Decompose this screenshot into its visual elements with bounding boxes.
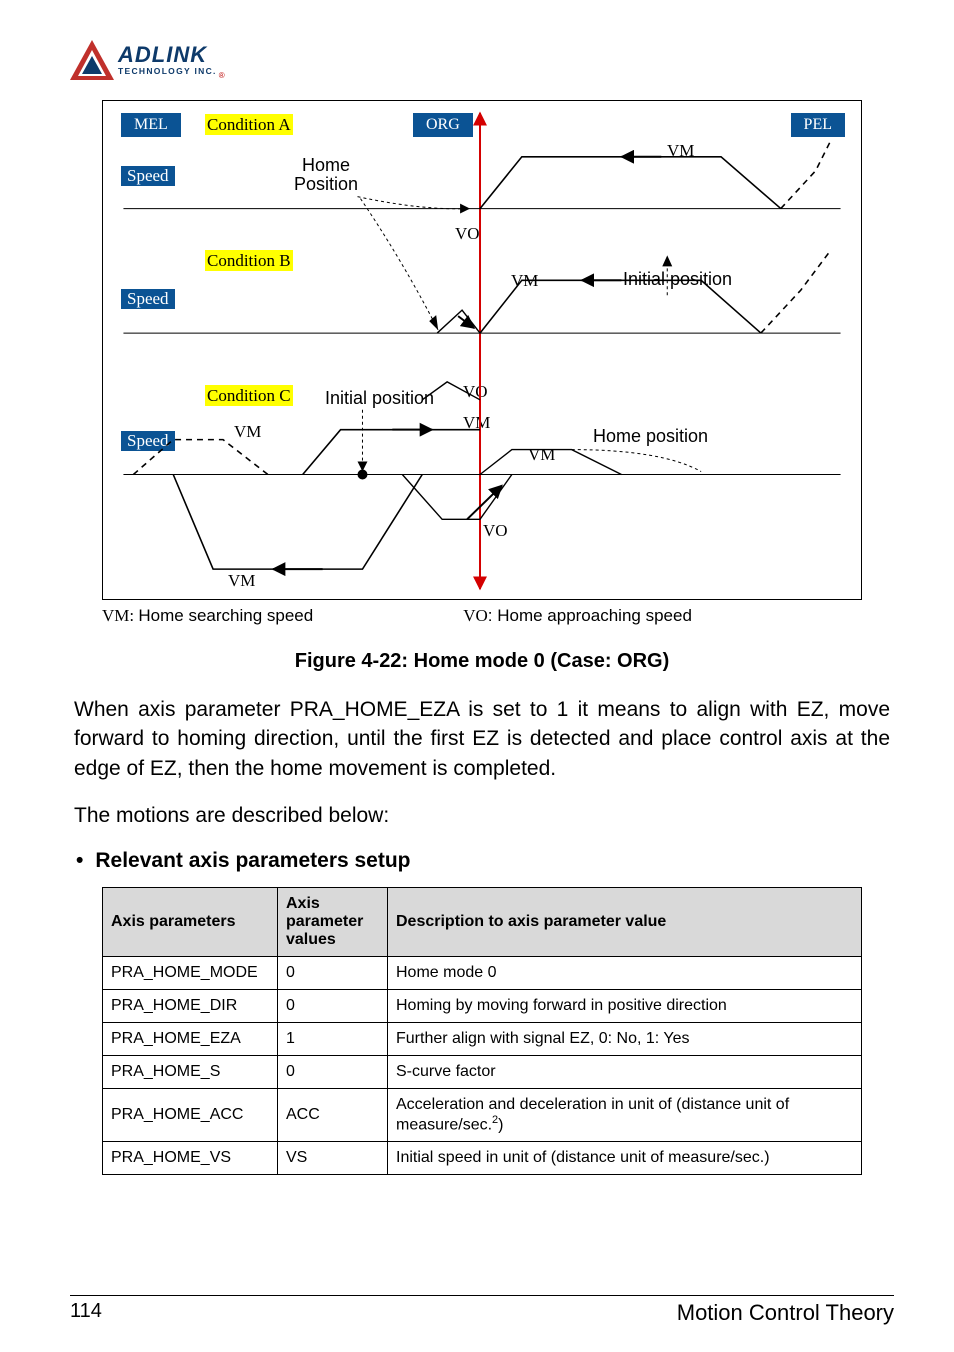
cell-desc: Further align with signal EZ, 0: No, 1: … — [388, 1022, 862, 1055]
logo-mark — [70, 40, 114, 80]
cell-param: PRA_HOME_EZA — [103, 1022, 278, 1055]
cell-param: PRA_HOME_DIR — [103, 989, 278, 1022]
th-axis-param: Axis parameters — [103, 887, 278, 956]
table-header-row: Axis parameters Axis parameter values De… — [103, 887, 862, 956]
section-title: Motion Control Theory — [677, 1300, 894, 1326]
table-row: PRA_HOME_VS VS Initial speed in unit of … — [103, 1141, 862, 1174]
legend-vo: VO: Home approaching speed — [463, 606, 692, 626]
homing-diagram: MEL ORG PEL Condition A Condition B Cond… — [102, 100, 862, 600]
logo-main-text: ADLINK — [118, 44, 217, 66]
table-row: PRA_HOME_EZA 1 Further align with signal… — [103, 1022, 862, 1055]
params-table: Axis parameters Axis parameter values De… — [102, 887, 862, 1175]
legend-row: VM: Home searching speed VO: Home approa… — [102, 606, 862, 626]
brand-logo: ADLINK TECHNOLOGY INC. ® — [70, 40, 894, 80]
cell-desc: Initial speed in unit of (distance unit … — [388, 1141, 862, 1174]
registered-mark: ® — [219, 71, 225, 80]
table-row: PRA_HOME_DIR 0 Homing by moving forward … — [103, 989, 862, 1022]
th-description: Description to axis parameter value — [388, 887, 862, 956]
table-row: PRA_HOME_MODE 0 Home mode 0 — [103, 956, 862, 989]
page-number: 114 — [70, 1300, 102, 1326]
cell-param: PRA_HOME_S — [103, 1055, 278, 1088]
cell-desc: Home mode 0 — [388, 956, 862, 989]
th-param-values: Axis parameter values — [278, 887, 388, 956]
table-row: PRA_HOME_ACC ACC Acceleration and decele… — [103, 1088, 862, 1141]
cell-desc: Acceleration and deceleration in unit of… — [388, 1088, 862, 1141]
paragraph-2: The motions are described below: — [74, 801, 890, 830]
paragraph-1: When axis parameter PRA_HOME_EZA is set … — [74, 695, 890, 783]
cell-value: 0 — [278, 1055, 388, 1088]
cell-value: 0 — [278, 989, 388, 1022]
cell-value: 1 — [278, 1022, 388, 1055]
bullet-heading: •Relevant axis parameters setup — [76, 849, 888, 873]
logo-sub-text: TECHNOLOGY INC. — [118, 66, 217, 76]
cell-param: PRA_HOME_MODE — [103, 956, 278, 989]
cell-value: ACC — [278, 1088, 388, 1141]
cell-desc: S-curve factor — [388, 1055, 862, 1088]
legend-vm: VM: Home searching speed — [102, 606, 313, 626]
cell-value: 0 — [278, 956, 388, 989]
cell-desc: Homing by moving forward in positive dir… — [388, 989, 862, 1022]
table-row: PRA_HOME_S 0 S-curve factor — [103, 1055, 862, 1088]
figure-caption: Figure 4-22: Home mode 0 (Case: ORG) — [70, 650, 894, 673]
page-footer: 114 Motion Control Theory — [70, 1295, 894, 1326]
cell-param: PRA_HOME_VS — [103, 1141, 278, 1174]
diagram-svg — [103, 101, 861, 599]
cell-value: VS — [278, 1141, 388, 1174]
cell-param: PRA_HOME_ACC — [103, 1088, 278, 1141]
